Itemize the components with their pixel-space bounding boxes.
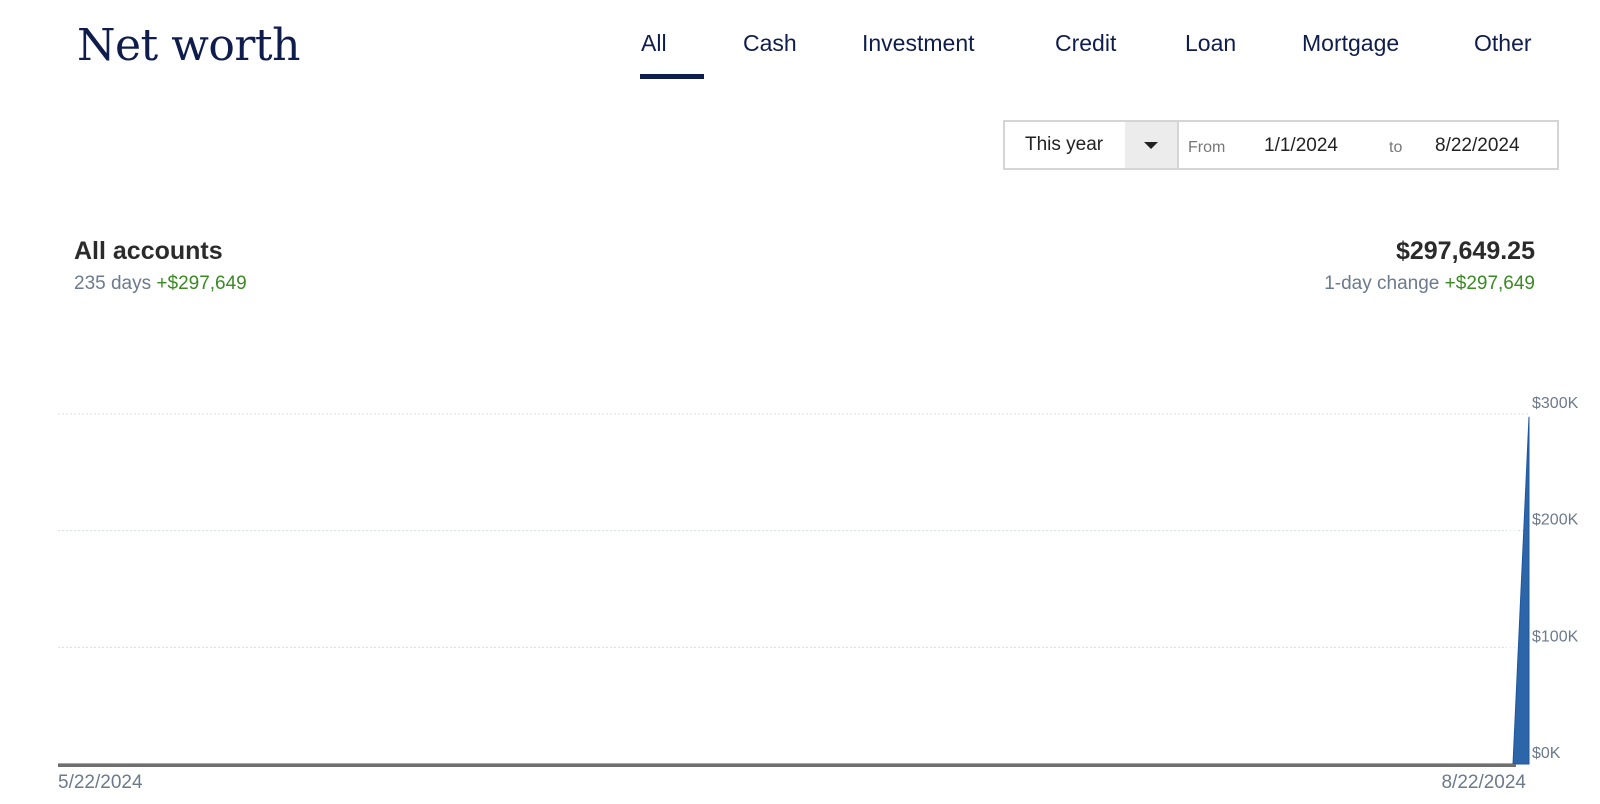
period-summary: 235 days +$297,649 xyxy=(74,273,247,295)
tab-investment[interactable]: Investment xyxy=(862,30,975,57)
area-fill xyxy=(58,416,1530,765)
y-tick-label: $200K xyxy=(1532,512,1579,529)
caret-down-icon xyxy=(1144,142,1158,149)
x-tick-label: 5/22/2024 xyxy=(58,772,143,793)
active-tab-indicator xyxy=(640,74,704,79)
grid-lines xyxy=(58,413,1529,649)
from-date-input[interactable]: 1/1/2024 xyxy=(1264,135,1338,157)
to-date-input[interactable]: 8/22/2024 xyxy=(1435,135,1520,157)
accounts-title: All accounts xyxy=(74,237,223,265)
x-tick-label: 8/22/2024 xyxy=(1441,772,1526,793)
day-change-summary: 1-day change +$297,649 xyxy=(1324,273,1535,295)
range-preset-select[interactable]: This year xyxy=(1005,122,1179,168)
to-label: to xyxy=(1389,139,1403,156)
area-series xyxy=(58,416,1530,765)
tab-other[interactable]: Other xyxy=(1474,30,1532,57)
tab-credit[interactable]: Credit xyxy=(1055,30,1116,57)
y-tick-label: $300K xyxy=(1532,395,1579,412)
dropdown-button[interactable] xyxy=(1125,122,1177,168)
range-preset-value: This year xyxy=(1025,134,1104,155)
y-axis-labels: $0K $100K $200K $300K xyxy=(1532,395,1579,762)
y-tick-label: $100K xyxy=(1532,628,1579,645)
day-change-value: +$297,649 xyxy=(1444,273,1535,294)
page-title: Net worth xyxy=(77,20,300,71)
period-change: +$297,649 xyxy=(156,273,247,294)
x-axis-labels: 5/22/2024 8/22/2024 xyxy=(58,772,1526,793)
tab-mortgage[interactable]: Mortgage xyxy=(1302,30,1399,57)
period-days: 235 days xyxy=(74,273,152,294)
y-tick-label: $0K xyxy=(1532,745,1561,762)
tab-all[interactable]: All xyxy=(641,30,667,57)
tab-loan[interactable]: Loan xyxy=(1185,30,1236,57)
date-range-picker: This year From 1/1/2024 to 8/22/2024 xyxy=(1003,120,1559,170)
tab-cash[interactable]: Cash xyxy=(743,30,797,57)
from-label: From xyxy=(1188,139,1226,156)
day-change-label: 1-day change xyxy=(1324,273,1440,294)
net-worth-total: $297,649.25 xyxy=(1395,237,1535,265)
